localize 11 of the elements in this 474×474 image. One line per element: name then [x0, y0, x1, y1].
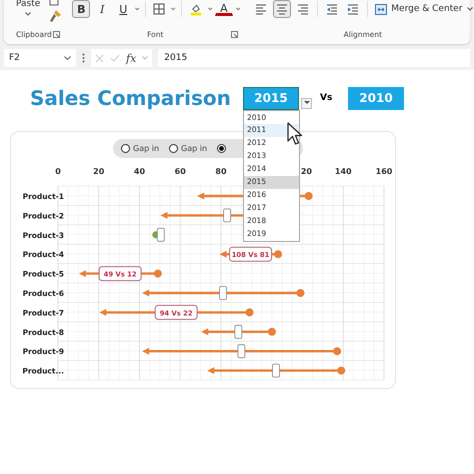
dashboard-title: Sales Comparison — [30, 86, 232, 110]
axis-tick-label: 80 — [215, 167, 227, 176]
axis-tick-label: 60 — [174, 167, 186, 176]
axis-tick-label: 140 — [334, 167, 352, 176]
axis-tick-label: 160 — [376, 167, 392, 176]
compare-year-box: 2010 — [348, 86, 404, 110]
axis-tick-label: 20 — [300, 167, 312, 176]
axis-tick-label: 40 — [134, 167, 146, 176]
axis-tick-label: 20 — [93, 167, 104, 176]
axis-tick-label: 0 — [55, 167, 61, 176]
vs-label: Vs — [320, 93, 334, 103]
